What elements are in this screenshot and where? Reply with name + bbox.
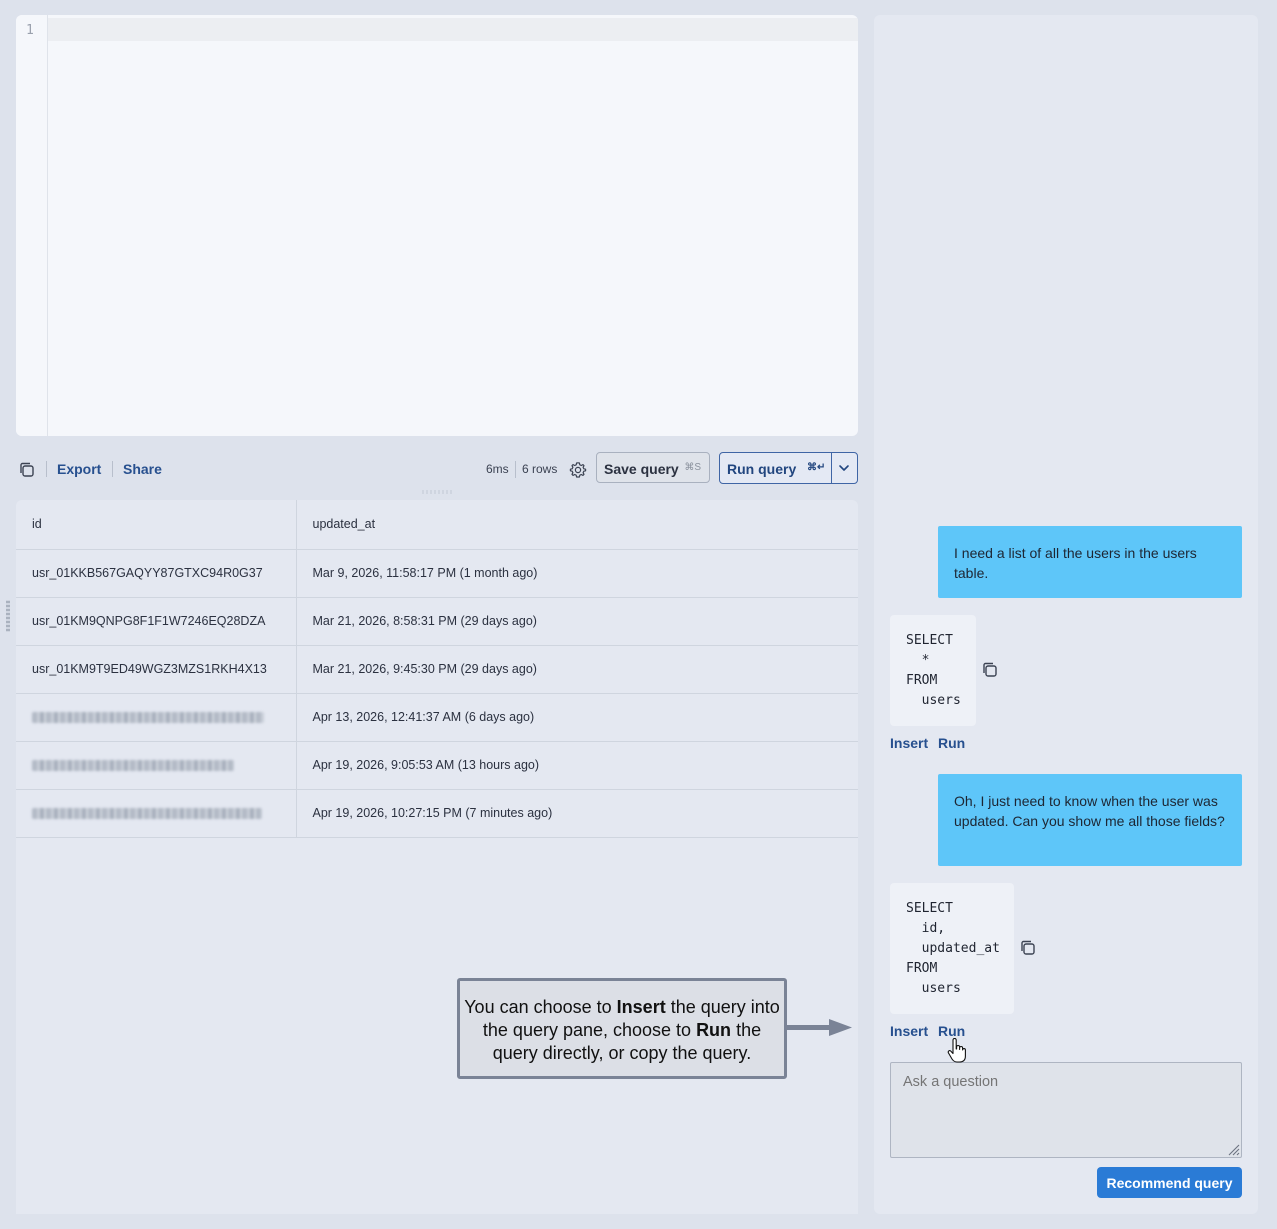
callout-bold-run: Run	[696, 1020, 732, 1040]
user-message: Oh, I just need to know when the user wa…	[938, 774, 1242, 866]
cell-id: usr_01KM9T9ED49WGZ3MZS1RKH4X13	[16, 645, 297, 694]
row-count: 6 rows	[522, 462, 558, 476]
split-divider	[831, 453, 832, 483]
table-row[interactable]: usr_01KKB567GAQYY87GTXC94R0G37 Mar 9, 20…	[16, 549, 858, 598]
cell-id-redacted	[16, 741, 297, 790]
run-button[interactable]: Run	[938, 1023, 965, 1039]
share-button[interactable]: Share	[123, 461, 162, 477]
run-query-button[interactable]: Run query ⌘↵	[719, 452, 858, 484]
results-table: id updated_at usr_01KKB567GAQYY87GTXC94R…	[16, 500, 858, 1214]
pointer-cursor-icon	[947, 1038, 966, 1063]
cell-id: usr_01KM9QNPG8F1F1W7246EQ28DZA	[16, 597, 297, 646]
query-time: 6ms	[486, 462, 509, 476]
suggested-query-code: SELECT * FROM users	[890, 615, 976, 726]
cell-updated-at: Apr 19, 2026, 10:27:15 PM (7 minutes ago…	[296, 789, 858, 838]
stat-divider	[515, 461, 516, 478]
redacted-value	[32, 760, 234, 772]
cell-updated-at: Mar 21, 2026, 8:58:31 PM (29 days ago)	[296, 597, 858, 646]
copy-icon[interactable]	[18, 461, 36, 479]
insert-button[interactable]: Insert	[890, 735, 928, 751]
cell-id: usr_01KKB567GAQYY87GTXC94R0G37	[16, 549, 297, 598]
table-row[interactable]: usr_01KM9QNPG8F1F1W7246EQ28DZA Mar 21, 2…	[16, 597, 858, 646]
gear-icon[interactable]	[569, 461, 587, 479]
copy-icon[interactable]	[1019, 939, 1037, 957]
run-query-label: Run query	[727, 461, 797, 477]
export-button[interactable]: Export	[57, 461, 101, 477]
table-row[interactable]: Apr 19, 2026, 9:05:53 AM (13 hours ago)	[16, 741, 858, 790]
active-line[interactable]	[48, 18, 858, 41]
table-row[interactable]: Apr 13, 2026, 12:41:37 AM (6 days ago)	[16, 693, 858, 742]
pane-resize-handle[interactable]	[421, 490, 453, 494]
callout-arrow-icon	[787, 1019, 852, 1036]
ask-question-input[interactable]	[890, 1062, 1242, 1158]
cell-id-redacted	[16, 693, 297, 742]
table-row[interactable]: Apr 19, 2026, 10:27:15 PM (7 minutes ago…	[16, 789, 858, 838]
column-header-updated-at[interactable]: updated_at	[296, 500, 858, 550]
suggested-query-code: SELECT id, updated_at FROM users	[890, 883, 1014, 1014]
redacted-value	[32, 808, 262, 820]
assistant-panel: I need a list of all the users in the us…	[874, 15, 1258, 1214]
cell-updated-at: Apr 13, 2026, 12:41:37 AM (6 days ago)	[296, 693, 858, 742]
resize-grip-icon[interactable]	[1226, 1142, 1240, 1156]
save-query-button[interactable]: Save query ⌘S	[596, 452, 710, 483]
toolbar-divider	[112, 461, 113, 477]
user-message: I need a list of all the users in the us…	[938, 526, 1242, 598]
editor-gutter: 1	[16, 15, 48, 436]
annotation-callout: You can choose to Insert the query into …	[457, 978, 787, 1079]
column-header-id[interactable]: id	[16, 500, 297, 550]
table-header-row: id updated_at	[16, 500, 858, 550]
results-toolbar: Export Share 6ms 6 rows Save query ⌘S Ru…	[16, 452, 858, 486]
callout-bold-insert: Insert	[616, 997, 666, 1017]
callout-text: You can choose to	[464, 997, 617, 1017]
chevron-down-icon[interactable]	[837, 461, 851, 475]
copy-icon[interactable]	[981, 661, 999, 679]
run-button[interactable]: Run	[938, 735, 965, 751]
run-shortcut: ⌘↵	[807, 462, 826, 473]
cell-id-redacted	[16, 789, 297, 838]
save-query-label: Save query	[604, 461, 679, 477]
table-row[interactable]: usr_01KM9T9ED49WGZ3MZS1RKH4X13 Mar 21, 2…	[16, 645, 858, 694]
toolbar-divider	[46, 461, 47, 477]
recommend-query-button[interactable]: Recommend query	[1097, 1167, 1242, 1198]
side-resize-handle[interactable]	[6, 600, 10, 632]
redacted-value	[32, 712, 264, 724]
query-editor[interactable]: 1	[16, 15, 858, 436]
save-shortcut: ⌘S	[684, 462, 701, 473]
insert-button[interactable]: Insert	[890, 1023, 928, 1039]
line-number: 1	[26, 23, 34, 38]
cell-updated-at: Mar 21, 2026, 9:45:30 PM (29 days ago)	[296, 645, 858, 694]
cell-updated-at: Mar 9, 2026, 11:58:17 PM (1 month ago)	[296, 549, 858, 598]
cell-updated-at: Apr 19, 2026, 9:05:53 AM (13 hours ago)	[296, 741, 858, 790]
